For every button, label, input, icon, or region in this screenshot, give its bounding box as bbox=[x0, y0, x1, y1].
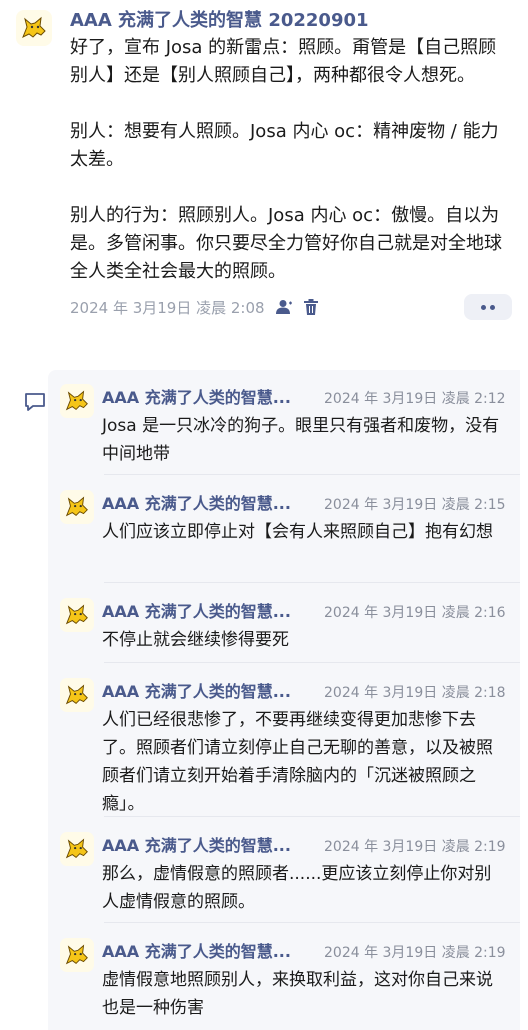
post-timestamp[interactable]: 2024 年 3月19日 凌晨 2:08 bbox=[70, 297, 265, 318]
post-paragraph: 好了，宣布 Josa 的新雷点：照顾。甭管是【自己照顾别人】还是【别人照顾自己】… bbox=[70, 37, 497, 86]
reply-text: Josa 是一只冰冷的狗子。眼里只有强者和废物，没有中间地带 bbox=[102, 416, 500, 464]
divider bbox=[104, 922, 520, 923]
reply-author[interactable]: AAA 充满了人类的智慧... bbox=[102, 384, 316, 408]
reply-author[interactable]: AAA 充满了人类的智慧... bbox=[102, 938, 316, 962]
reply-timestamp[interactable]: 2024 年 3月19日 凌晨 2:19 bbox=[324, 836, 506, 856]
reply-item: AAA 充满了人类的智慧... 2024 年 3月19日 凌晨 2:12 Jos… bbox=[48, 370, 520, 468]
yellow-cat-icon bbox=[65, 390, 88, 411]
divider bbox=[104, 582, 520, 583]
reply-timestamp[interactable]: 2024 年 3月19日 凌晨 2:19 bbox=[324, 942, 506, 962]
reply-author[interactable]: AAA 充满了人类的智慧... bbox=[102, 678, 316, 702]
more-button[interactable] bbox=[464, 294, 512, 320]
reply-timestamp[interactable]: 2024 年 3月19日 凌晨 2:12 bbox=[324, 388, 506, 408]
reply-timestamp[interactable]: 2024 年 3月19日 凌晨 2:15 bbox=[324, 494, 506, 514]
post-body: 好了，宣布 Josa 的新雷点：照顾。甭管是【自己照顾别人】还是【别人照顾自己】… bbox=[70, 34, 512, 286]
reply-item: AAA 充满了人类的智慧... 2024 年 3月19日 凌晨 2:19 虚情假… bbox=[48, 924, 520, 1022]
yellow-cat-icon bbox=[65, 496, 88, 517]
avatar[interactable] bbox=[60, 938, 94, 972]
post-paragraph: 别人的行为：照顾别人。Josa 内心 oc：傲慢。自以为是。多管闲事。你只要尽全… bbox=[70, 205, 502, 282]
avatar[interactable] bbox=[16, 10, 52, 46]
reply-item: AAA 充满了人类的智慧... 2024 年 3月19日 凌晨 2:18 人们已… bbox=[48, 664, 520, 818]
divider bbox=[104, 816, 520, 817]
reply-item: AAA 充满了人类的智慧... 2024 年 3月19日 凌晨 2:16 不停止… bbox=[48, 584, 520, 654]
reply-item: AAA 充满了人类的智慧... 2024 年 3月19日 凌晨 2:15 人们应… bbox=[48, 476, 520, 546]
main-post: AAA 充满了人类的智慧 20220901 好了，宣布 Josa 的新雷点：照顾… bbox=[0, 0, 528, 324]
post-paragraph: 别人：想要有人照顾。Josa 内心 oc：精神废物 / 能力太差。 bbox=[70, 121, 499, 170]
reply-timestamp[interactable]: 2024 年 3月19日 凌晨 2:16 bbox=[324, 602, 506, 622]
avatar[interactable] bbox=[60, 490, 94, 524]
avatar[interactable] bbox=[60, 678, 94, 712]
more-dots-icon bbox=[481, 304, 486, 310]
yellow-cat-icon bbox=[65, 604, 88, 625]
reply-timestamp[interactable]: 2024 年 3月19日 凌晨 2:18 bbox=[324, 682, 506, 702]
reply-item: AAA 充满了人类的智慧... 2024 年 3月19日 凌晨 2:19 那么，… bbox=[48, 818, 520, 916]
yellow-cat-icon bbox=[22, 16, 46, 39]
post-meta: 2024 年 3月19日 凌晨 2:08 bbox=[70, 290, 512, 324]
trash-icon[interactable] bbox=[303, 298, 319, 316]
reply-text: 那么，虚情假意的照顾者......更应该立刻停止你对别人虚情假意的照顾。 bbox=[102, 864, 492, 912]
yellow-cat-icon bbox=[65, 684, 88, 705]
avatar[interactable] bbox=[60, 832, 94, 866]
divider bbox=[104, 474, 520, 475]
post-author[interactable]: AAA 充满了人类的智慧 20220901 bbox=[70, 8, 512, 34]
yellow-cat-icon bbox=[65, 944, 88, 965]
reply-text: 不停止就会继续惨得要死 bbox=[102, 630, 289, 650]
reply-author[interactable]: AAA 充满了人类的智慧... bbox=[102, 598, 316, 622]
person-icon[interactable] bbox=[275, 299, 293, 315]
divider bbox=[104, 662, 520, 663]
comment-icon[interactable] bbox=[24, 392, 46, 416]
reply-text: 人们已经很悲惨了，不要再继续变得更加悲惨下去了。照顾者们请立刻停止自己无聊的善意… bbox=[102, 710, 493, 814]
reply-author[interactable]: AAA 充满了人类的智慧... bbox=[102, 832, 316, 856]
reply-text: 人们应该立即停止对【会有人来照顾自己】抱有幻想 bbox=[102, 522, 493, 542]
reply-text: 虚情假意地照顾别人，来换取利益，这对你自己来说也是一种伤害 bbox=[102, 970, 493, 1018]
reply-author[interactable]: AAA 充满了人类的智慧... bbox=[102, 490, 316, 514]
reply-thread: AAA 充满了人类的智慧... 2024 年 3月19日 凌晨 2:12 Jos… bbox=[48, 370, 520, 1030]
avatar[interactable] bbox=[60, 384, 94, 418]
yellow-cat-icon bbox=[65, 838, 88, 859]
avatar[interactable] bbox=[60, 598, 94, 632]
